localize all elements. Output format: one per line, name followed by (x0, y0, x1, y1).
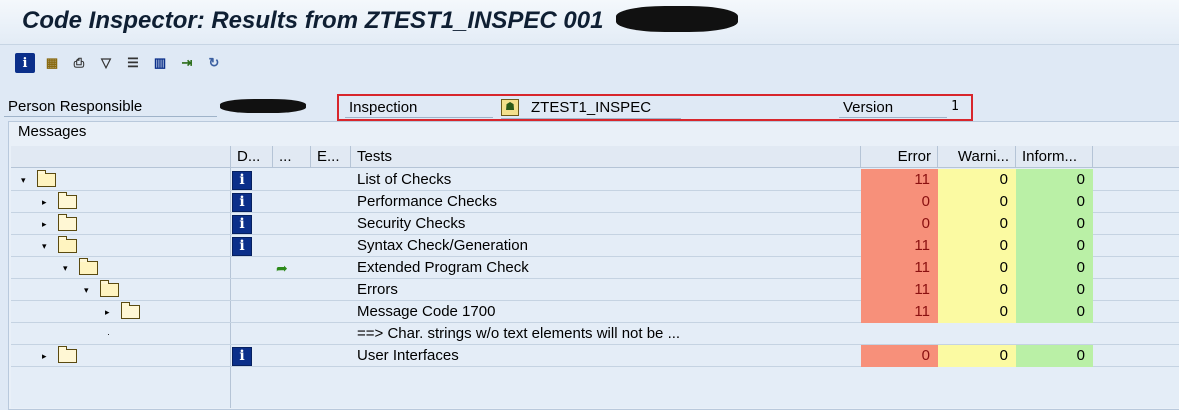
warning-count: 0 (938, 279, 1016, 301)
title-bar: Code Inspector: Results from ZTEST1_INSP… (0, 0, 1179, 45)
expand-arrow-icon[interactable]: ▸ (42, 191, 47, 213)
test-name: Performance Checks (357, 193, 498, 210)
error-count: 0 (861, 345, 938, 367)
tree-row[interactable]: ▸ Message Code 1700 11 0 0 (11, 301, 1179, 323)
export-icon[interactable]: ⇥ (177, 53, 197, 73)
version-label: Version (839, 99, 947, 118)
collapse-arrow-icon[interactable]: ▾ (21, 169, 26, 191)
list-icon[interactable]: ☰ (123, 53, 143, 73)
error-count: 11 (861, 235, 938, 257)
folder-icon (58, 346, 77, 363)
test-name: Errors (357, 281, 398, 298)
columns-icon[interactable]: ▥ (150, 53, 170, 73)
info-icon[interactable]: i (15, 53, 35, 73)
tree-row[interactable]: ▾ ➦ Extended Program Check 11 0 0 (11, 257, 1179, 279)
tree-row[interactable]: ▸ i User Interfaces 0 0 0 (11, 345, 1179, 367)
folder-icon (58, 192, 77, 209)
version-value: 1 (951, 99, 959, 114)
column-header-d[interactable]: D... (231, 146, 273, 168)
error-count: 11 (861, 301, 938, 323)
expand-arrow-icon[interactable]: ▸ (42, 213, 47, 235)
column-header-tests[interactable]: Tests (351, 146, 861, 168)
filter-icon[interactable]: ▽ (96, 53, 116, 73)
info-count: 0 (1016, 257, 1093, 279)
column-header-tree[interactable] (11, 146, 231, 168)
inspection-value: ZTEST1_INSPEC (531, 99, 652, 116)
info-count: 0 (1016, 345, 1093, 367)
collapse-arrow-icon[interactable]: ▾ (84, 279, 89, 301)
inspection-value-field[interactable]: ☗ ZTEST1_INSPEC (501, 99, 681, 119)
navigate-source-icon[interactable]: ➦ (276, 258, 288, 278)
info-icon[interactable]: i (232, 193, 252, 212)
redaction-mark (220, 99, 306, 113)
error-count: 11 (861, 169, 938, 191)
test-name: List of Checks (357, 171, 452, 188)
column-header-dots[interactable]: ... (273, 146, 311, 168)
folder-icon (37, 170, 56, 187)
info-count: 0 (1016, 235, 1093, 257)
info-icon[interactable]: i (232, 347, 252, 366)
column-header-information[interactable]: Inform... (1016, 146, 1093, 168)
messages-title: Messages (18, 123, 87, 140)
info-count: 0 (1016, 279, 1093, 301)
folder-icon (121, 302, 140, 319)
leaf-dot-icon: · (107, 329, 110, 339)
error-count: 11 (861, 279, 938, 301)
column-header-filler (1093, 146, 1179, 168)
error-count: 0 (861, 191, 938, 213)
print-icon[interactable]: ⎙ (69, 53, 89, 73)
info-icon[interactable]: i (232, 215, 252, 234)
column-header-warning[interactable]: Warni... (938, 146, 1016, 168)
expand-arrow-icon[interactable]: ▸ (42, 345, 47, 367)
refresh-icon[interactable]: ↻ (204, 53, 224, 73)
error-count: 0 (861, 213, 938, 235)
results-tree-grid: D... ... E... Tests Error Warni... Infor… (11, 146, 1179, 408)
column-header-error[interactable]: Error (861, 146, 938, 168)
inspection-object-icon: ☗ (501, 99, 519, 116)
warning-count: 0 (938, 213, 1016, 235)
test-name: Security Checks (357, 215, 466, 232)
info-icon[interactable]: i (232, 237, 252, 256)
tree-row[interactable]: · ==> Char. strings w/o text elements wil… (11, 323, 1179, 345)
inspection-label: Inspection (345, 99, 493, 118)
test-name: Syntax Check/Generation (357, 237, 528, 254)
info-count: 0 (1016, 191, 1093, 213)
folder-icon (79, 258, 98, 275)
hierarchy-icon[interactable]: ▦ (42, 53, 62, 73)
folder-icon (58, 214, 77, 231)
warning-count: 0 (938, 169, 1016, 191)
test-name: ==> Char. strings w/o text elements will… (357, 325, 681, 342)
collapse-arrow-icon[interactable]: ▾ (42, 235, 47, 257)
tree-row[interactable]: ▾ i Syntax Check/Generation 11 0 0 (11, 235, 1179, 257)
test-name: Extended Program Check (357, 259, 529, 276)
warning-count: 0 (938, 345, 1016, 367)
inspection-highlight-frame: Inspection ☗ ZTEST1_INSPEC Version 1 (337, 94, 973, 121)
window-title: Code Inspector: Results from ZTEST1_INSP… (22, 7, 604, 34)
tree-row[interactable]: ▸ i Security Checks 0 0 0 (11, 213, 1179, 235)
warning-count: 0 (938, 191, 1016, 213)
info-count: 0 (1016, 213, 1093, 235)
info-count: 0 (1016, 169, 1093, 191)
info-icon[interactable]: i (232, 171, 252, 190)
folder-icon (100, 280, 119, 297)
tree-row[interactable]: ▸ i Performance Checks 0 0 0 (11, 191, 1179, 213)
tree-row[interactable]: ▾ Errors 11 0 0 (11, 279, 1179, 301)
expand-arrow-icon[interactable]: ▸ (105, 301, 110, 323)
warning-count: 0 (938, 235, 1016, 257)
column-header-e[interactable]: E... (311, 146, 351, 168)
tree-row[interactable]: ▾ i List of Checks 11 0 0 (11, 169, 1179, 191)
warning-count: 0 (938, 257, 1016, 279)
error-count: 11 (861, 257, 938, 279)
person-responsible-label: Person Responsible (4, 98, 217, 117)
info-count: 0 (1016, 301, 1093, 323)
test-name: User Interfaces (357, 347, 459, 364)
warning-count: 0 (938, 301, 1016, 323)
test-name: Message Code 1700 (357, 303, 496, 320)
folder-icon (58, 236, 77, 253)
application-toolbar: i ▦ ⎙ ▽ ☰ ▥ ⇥ ↻ (0, 45, 1179, 83)
collapse-arrow-icon[interactable]: ▾ (63, 257, 68, 279)
redaction-mark (616, 6, 738, 32)
